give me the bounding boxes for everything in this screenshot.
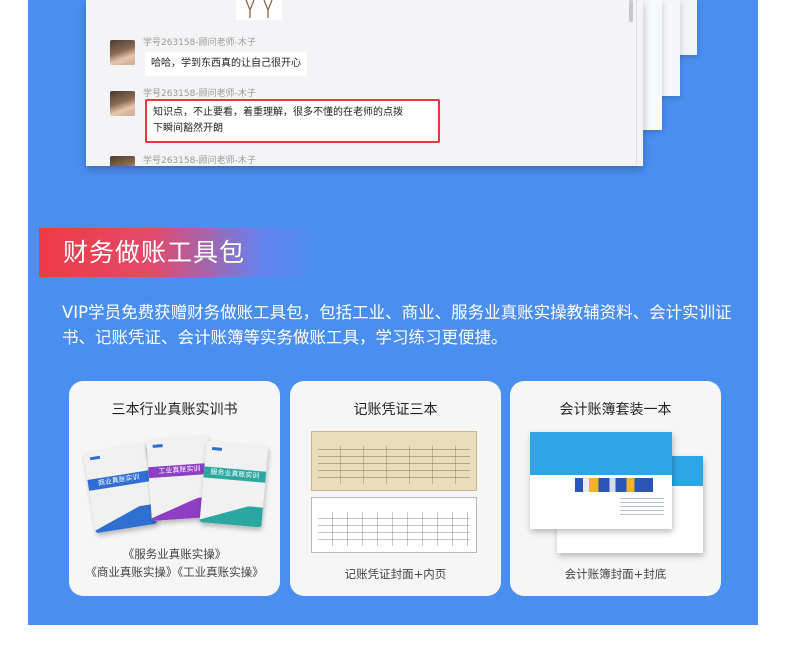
section-description: VIP学员免费获赠财务做账工具包，包括工业、商业、服务业真账实操教辅资料、会计实… (62, 303, 732, 347)
avatar (110, 91, 135, 116)
card-caption: 会计账簿封面+封底 (564, 567, 667, 581)
card-title: 三本行业真账实训书 (111, 402, 238, 418)
message-bubble-highlighted: 知识点，不止要看，着重理解，很多不懂的在老师的点拨 下瞬间豁然开朗 (145, 99, 440, 143)
card-title: 记账凭证三本 (353, 402, 438, 418)
card-ledger: 会计账簿套装一本 会计账簿封面+封底 (510, 381, 721, 596)
book-footer (92, 503, 158, 534)
card-title: 会计账簿套装一本 (559, 402, 672, 418)
book-title: 服务业真账实训 (203, 466, 267, 483)
card-caption: 记账凭证封面+内页 (344, 567, 447, 581)
message-text-line: 知识点，不止要看，着重理解，很多不懂的在老师的点拨 (153, 107, 403, 118)
message-sender: 学号263158-顾问老师-木子 (143, 156, 256, 166)
message-sender: 学号263158-顾问老师-木子 (143, 38, 256, 48)
chat-scroll-track (636, 0, 637, 166)
stacked-screenshot-1 (640, 0, 662, 130)
logo-icon (89, 455, 101, 464)
card-caption: 《服务业真账实操》 (122, 547, 227, 561)
chat-scrollbar[interactable] (629, 0, 633, 22)
sketch-image (236, 0, 282, 20)
card-training-books: 三本行业真账实训书 商业真账实训 工业真账实训 服务业真账实训 《服务业真账实操… (69, 381, 280, 596)
book-title: 商业真账实训 (87, 470, 151, 491)
message-bubble: 哈哈，学到东西真的让自己很开心 (145, 52, 307, 76)
ledger-front-cover (530, 432, 672, 529)
section-title: 财务做账工具包 (39, 228, 319, 277)
ledger-pattern-strip (575, 478, 653, 492)
message-sender: 学号263158-顾问老师-木子 (143, 89, 256, 99)
book-cover: 商业真账实训 (82, 442, 158, 534)
book-cover: 服务业真账实训 (199, 440, 269, 528)
card-caption: 《商业真账实操》《工业真账实操》 (85, 565, 264, 579)
voucher-inner-page (311, 497, 477, 553)
voucher-cover (311, 431, 477, 491)
voucher-grid (318, 512, 470, 546)
card-vouchers: 记账凭证三本 记账凭证封面+内页 (290, 381, 501, 596)
chat-screenshot: 学号263158-顾问老师-木子 哈哈，学到东西真的让自己很开心 学号26315… (86, 0, 643, 166)
book-title: 工业真账实训 (148, 462, 211, 479)
avatar (110, 40, 135, 65)
avatar (110, 156, 135, 166)
book-footer (199, 502, 264, 528)
voucher-grid (318, 446, 470, 484)
logo-icon (152, 444, 164, 451)
ledger-small-text (620, 498, 664, 518)
ledger-blue-band (530, 432, 672, 475)
logo-icon (211, 446, 223, 454)
message-text-line: 下瞬间豁然开朗 (153, 123, 223, 134)
